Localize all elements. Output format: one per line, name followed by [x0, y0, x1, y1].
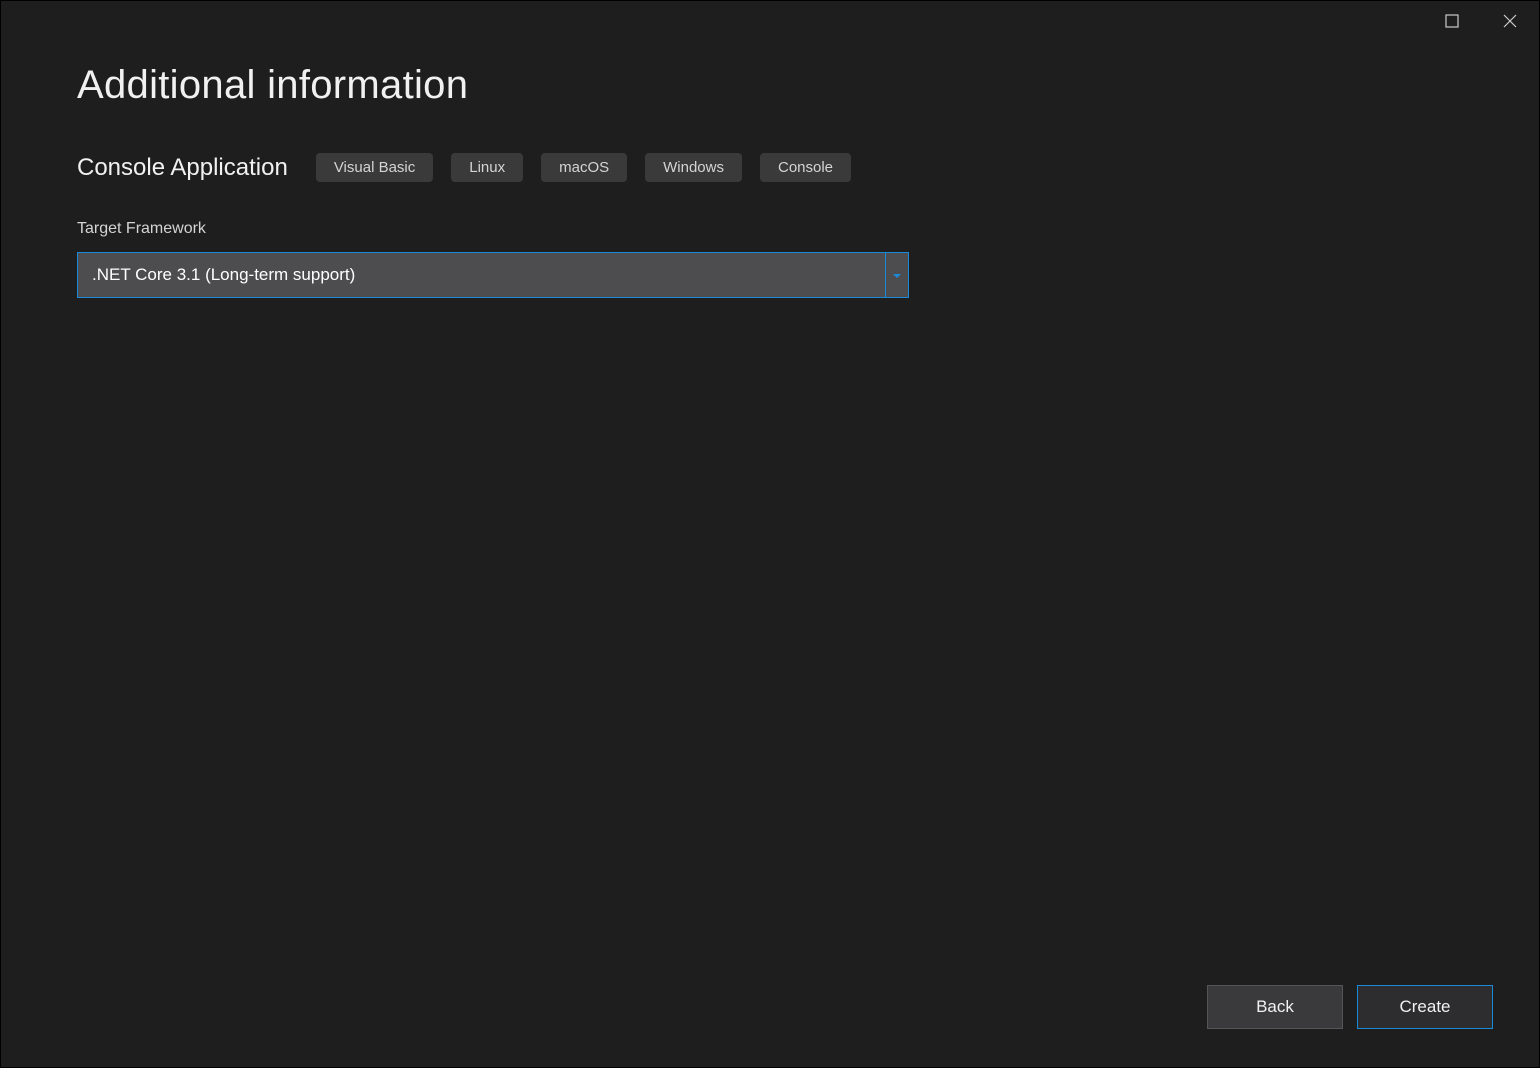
- subtitle-row: Console Application Visual Basic Linux m…: [77, 153, 1463, 182]
- main-content: Additional information Console Applicati…: [1, 1, 1539, 298]
- project-type-subtitle: Console Application: [77, 154, 288, 182]
- page-title: Additional information: [77, 63, 1463, 108]
- tag-windows: Windows: [645, 153, 742, 182]
- chevron-down-icon: [893, 266, 901, 284]
- target-framework-label: Target Framework: [77, 220, 1463, 238]
- back-button[interactable]: Back: [1207, 985, 1343, 1029]
- close-button[interactable]: [1481, 1, 1539, 43]
- tag-console: Console: [760, 153, 851, 182]
- tag-macos: macOS: [541, 153, 627, 182]
- maximize-button[interactable]: [1423, 1, 1481, 43]
- target-framework-dropdown[interactable]: .NET Core 3.1 (Long-term support): [77, 252, 909, 298]
- maximize-icon: [1445, 14, 1459, 31]
- tag-visual-basic: Visual Basic: [316, 153, 433, 182]
- close-icon: [1503, 14, 1517, 31]
- tag-linux: Linux: [451, 153, 523, 182]
- window-titlebar: [1423, 1, 1539, 43]
- create-button[interactable]: Create: [1357, 985, 1493, 1029]
- footer-buttons: Back Create: [1207, 985, 1493, 1029]
- target-framework-selected[interactable]: .NET Core 3.1 (Long-term support): [78, 253, 886, 297]
- dropdown-arrow-button[interactable]: [886, 253, 908, 297]
